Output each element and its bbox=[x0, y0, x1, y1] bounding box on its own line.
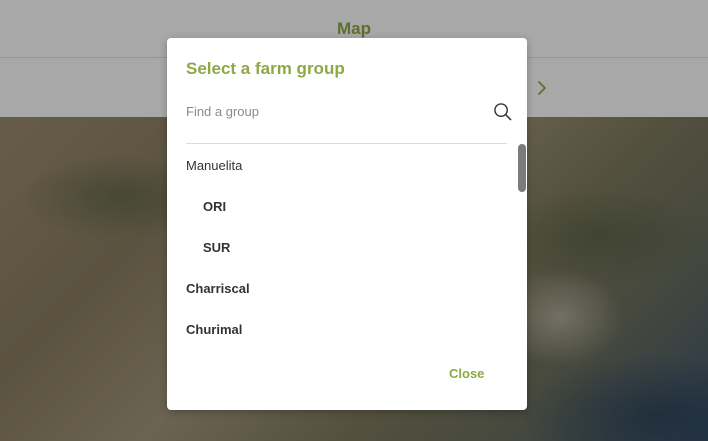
group-list: Manuelita ORI SUR Charriscal Churimal bbox=[186, 144, 516, 337]
list-scrollbar-thumb[interactable] bbox=[518, 144, 526, 192]
group-item-sur[interactable]: SUR bbox=[203, 240, 230, 255]
search-icon[interactable] bbox=[493, 102, 512, 121]
dialog-title: Select a farm group bbox=[186, 59, 345, 78]
group-item-manuelita[interactable]: Manuelita bbox=[186, 158, 242, 173]
group-item-churimal[interactable]: Churimal bbox=[186, 322, 242, 337]
app-root: Map Select a farm group Manuelita ORI SU… bbox=[0, 0, 708, 441]
close-button[interactable]: Close bbox=[449, 366, 484, 381]
farm-group-dialog: Select a farm group Manuelita ORI SUR Ch… bbox=[167, 38, 527, 410]
group-search-input[interactable] bbox=[186, 100, 476, 122]
group-item-charriscal[interactable]: Charriscal bbox=[186, 281, 250, 296]
group-item-ori[interactable]: ORI bbox=[203, 199, 226, 214]
